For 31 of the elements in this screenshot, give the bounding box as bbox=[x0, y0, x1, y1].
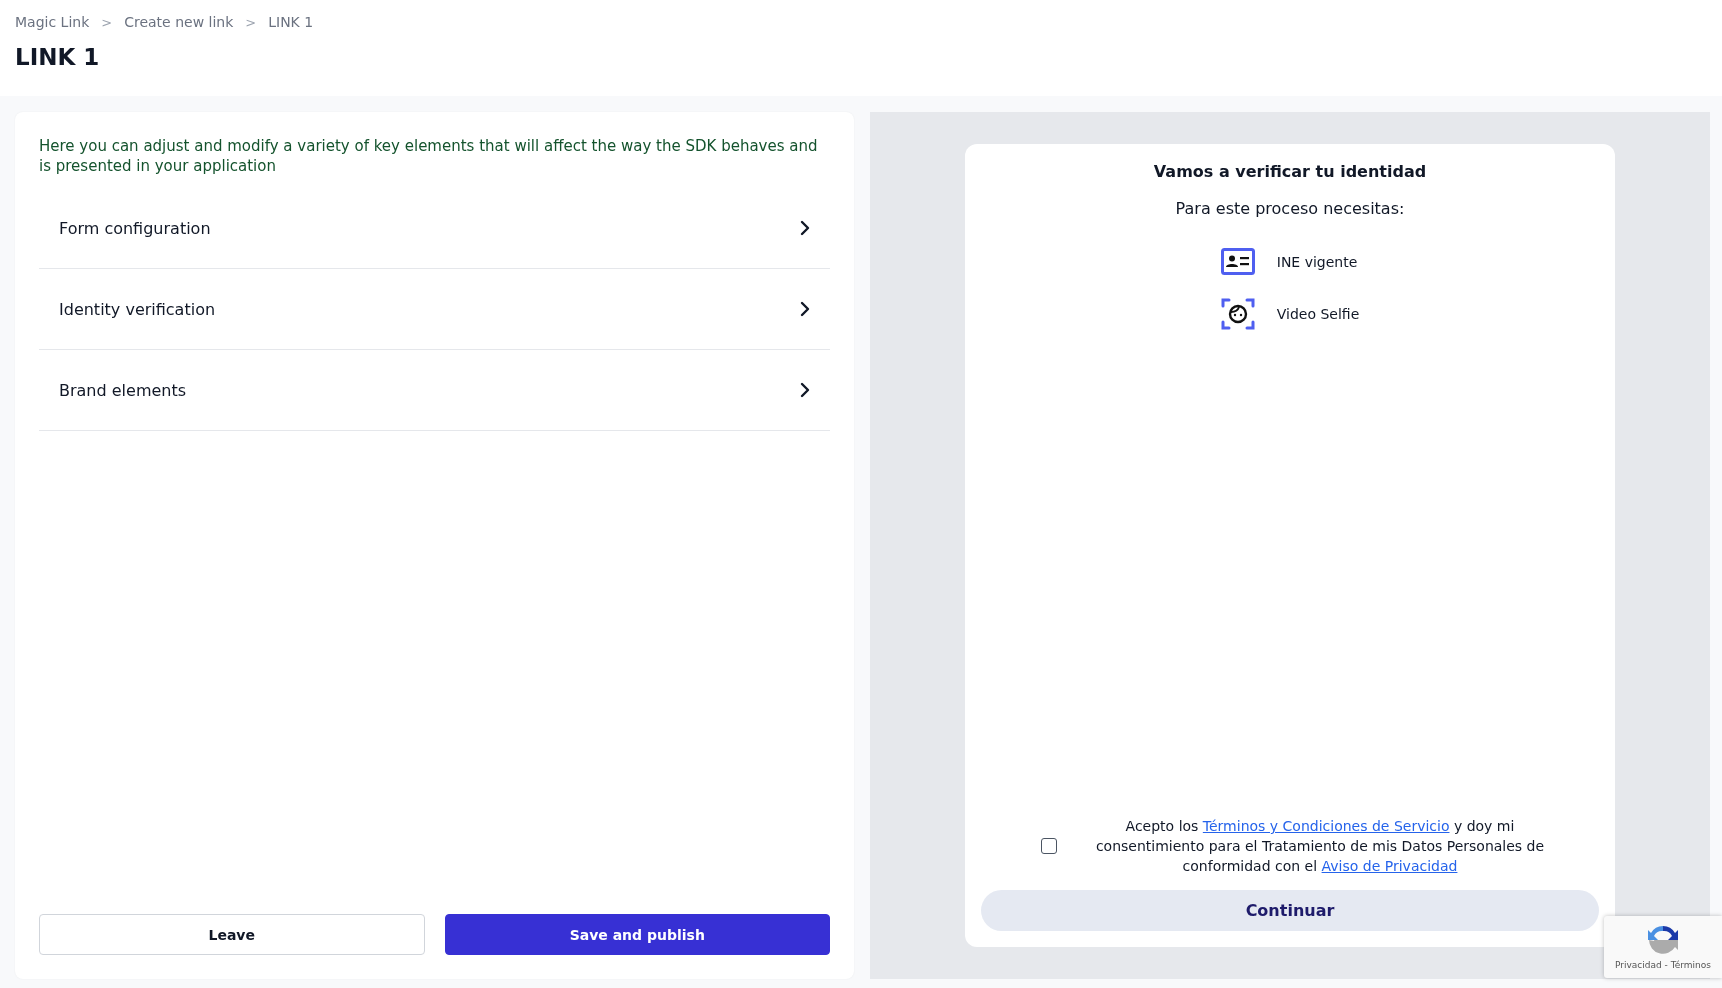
requirement-label: Video Selfie bbox=[1276, 306, 1360, 322]
breadcrumb-link[interactable]: LINK 1 bbox=[268, 14, 314, 30]
page-title: LINK 1 bbox=[15, 44, 101, 70]
id-card-icon bbox=[1220, 248, 1255, 275]
breadcrumb-link[interactable]: Magic Link bbox=[15, 14, 90, 30]
terms-link[interactable]: Términos y Condiciones de Servicio bbox=[1202, 818, 1450, 834]
accordion-label: Brand elements bbox=[59, 380, 187, 400]
recaptcha-footer[interactable]: Privacidad - Términos bbox=[1615, 960, 1711, 970]
breadcrumb-separator: > bbox=[101, 14, 113, 30]
leave-button[interactable]: Leave bbox=[39, 914, 425, 955]
preview-title: Vamos a verificar tu identidad bbox=[1153, 162, 1427, 181]
accordion-label: Form configuration bbox=[59, 218, 211, 238]
chevron-right-icon bbox=[800, 301, 810, 317]
face-scan-icon bbox=[1220, 297, 1255, 331]
privacy-link[interactable]: Aviso de Privacidad bbox=[1321, 858, 1458, 874]
accordion-item[interactable]: Form configuration bbox=[39, 188, 830, 269]
breadcrumb-link[interactable]: Create new link bbox=[124, 14, 234, 30]
requirement-label: INE vigente bbox=[1276, 253, 1358, 270]
breadcrumb-separator: > bbox=[245, 14, 257, 30]
chevron-right-icon bbox=[800, 382, 810, 398]
accordion-item[interactable]: Brand elements bbox=[39, 350, 830, 431]
accordion-label: Identity verification bbox=[59, 299, 216, 319]
chevron-right-icon bbox=[800, 220, 810, 236]
accordion-item[interactable]: Identity verification bbox=[39, 269, 830, 350]
recaptcha-icon bbox=[1647, 924, 1679, 956]
consent-checkbox[interactable] bbox=[1041, 838, 1057, 854]
settings-description: Here you can adjust and modify a variety of key elements that will affect the way the SDK behaves and is presented in your application bbox=[39, 136, 819, 176]
continue-button[interactable]: Continuar bbox=[981, 890, 1599, 931]
save-publish-button[interactable]: Save and publish bbox=[444, 914, 830, 955]
preview-subtitle: Para este proceso necesitas: bbox=[1175, 199, 1405, 218]
consent-text: Acepto los Términos y Condiciones de Servicio y doy mi consentimiento para el Tratamiento de mis Datos Personales de conformidad con el Aviso de Privacidad bbox=[1094, 817, 1546, 876]
